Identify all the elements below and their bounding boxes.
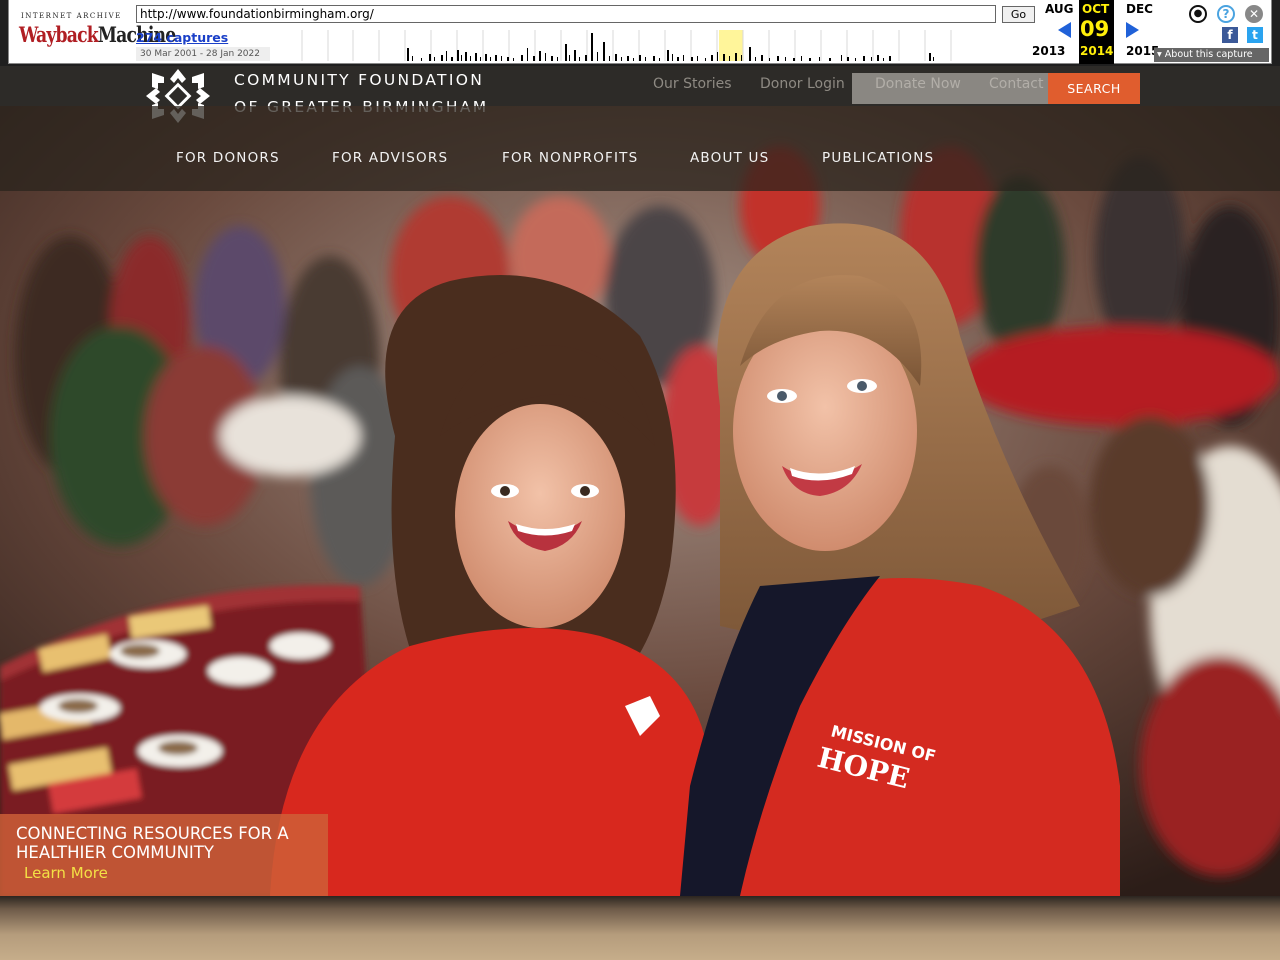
search-button[interactable]: SEARCH [1048, 73, 1140, 104]
hero-caption-heading: CONNECTING RESOURCES FOR A HEALTHIER COM… [16, 824, 289, 862]
close-icon[interactable]: ✕ [1245, 5, 1263, 23]
wayback-prev-arrow-icon[interactable] [1058, 22, 1071, 38]
wayback-go-button[interactable]: Go [1002, 6, 1035, 23]
contact-link[interactable]: Contact [989, 76, 1043, 92]
wayback-capture-sparkline[interactable] [271, 30, 1036, 61]
hero-photo: MISSION OF HOPE [0, 106, 1280, 896]
nav-for-nonprofits[interactable]: FOR NONPROFITS [502, 150, 638, 166]
main-nav [0, 106, 1280, 191]
foundation-name-line1: COMMUNITY FOUNDATION [234, 71, 485, 89]
sparkline-capture-bars [407, 33, 934, 61]
wayback-current-month: OCT [1082, 2, 1110, 16]
wayback-next-month[interactable]: DEC [1126, 2, 1153, 16]
wayback-logo-word-a: Wayback [19, 22, 99, 47]
wayback-current-year: 2014 [1080, 44, 1114, 58]
wayback-calendar-nav: AUG DEC OCT 09 2014 2013 2015 [1032, 0, 1159, 64]
wayback-prev-month[interactable]: AUG [1045, 2, 1074, 16]
learn-more-link[interactable]: Learn More [24, 864, 108, 882]
sparkline-current-year-highlight [719, 30, 743, 61]
nav-for-donors[interactable]: FOR DONORS [176, 150, 280, 166]
about-this-capture-button[interactable]: ▾ About this capture [1154, 48, 1269, 62]
wayback-toolbar-panel: INTERNET ARCHIVE WaybackMachine http://w… [8, 0, 1272, 64]
wayback-current-day: 09 [1080, 17, 1110, 41]
wayback-next-arrow-icon[interactable] [1126, 22, 1139, 38]
wayback-prev-year[interactable]: 2013 [1032, 44, 1065, 58]
our-stories-link[interactable]: Our Stories [653, 76, 732, 92]
nav-publications[interactable]: PUBLICATIONS [822, 150, 934, 166]
wayback-date-range: 30 Mar 2001 - 28 Jan 2022 [136, 47, 270, 61]
nav-about-us[interactable]: ABOUT US [690, 150, 769, 166]
twitter-icon[interactable]: t [1247, 27, 1263, 43]
wayback-logo[interactable]: INTERNET ARCHIVE WaybackMachine [19, 6, 176, 56]
hero-caption-box: CONNECTING RESOURCES FOR A HEALTHIER COM… [0, 814, 328, 896]
wayback-toolbar: INTERNET ARCHIVE WaybackMachine http://w… [0, 0, 1280, 66]
hero-photo-illustration: MISSION OF HOPE [0, 106, 1280, 896]
donor-login-link[interactable]: Donor Login [760, 76, 845, 92]
wayback-captures-link[interactable]: 274 captures [136, 30, 228, 45]
wayback-url-input[interactable]: http://www.foundationbirmingham.org/ [136, 5, 996, 23]
wayback-current-date: OCT 09 2014 [1079, 0, 1114, 64]
next-slide-photo-strip [0, 896, 1280, 960]
nav-for-advisors[interactable]: FOR ADVISORS [332, 150, 448, 166]
user-account-icon[interactable]: ● [1189, 5, 1207, 23]
help-icon[interactable]: ? [1217, 5, 1235, 23]
facebook-icon[interactable]: f [1222, 27, 1238, 43]
donate-now-link[interactable]: Donate Now [875, 76, 961, 92]
wayback-logo-caption: INTERNET ARCHIVE [21, 12, 122, 20]
sparkline-year-dividers [301, 30, 952, 61]
